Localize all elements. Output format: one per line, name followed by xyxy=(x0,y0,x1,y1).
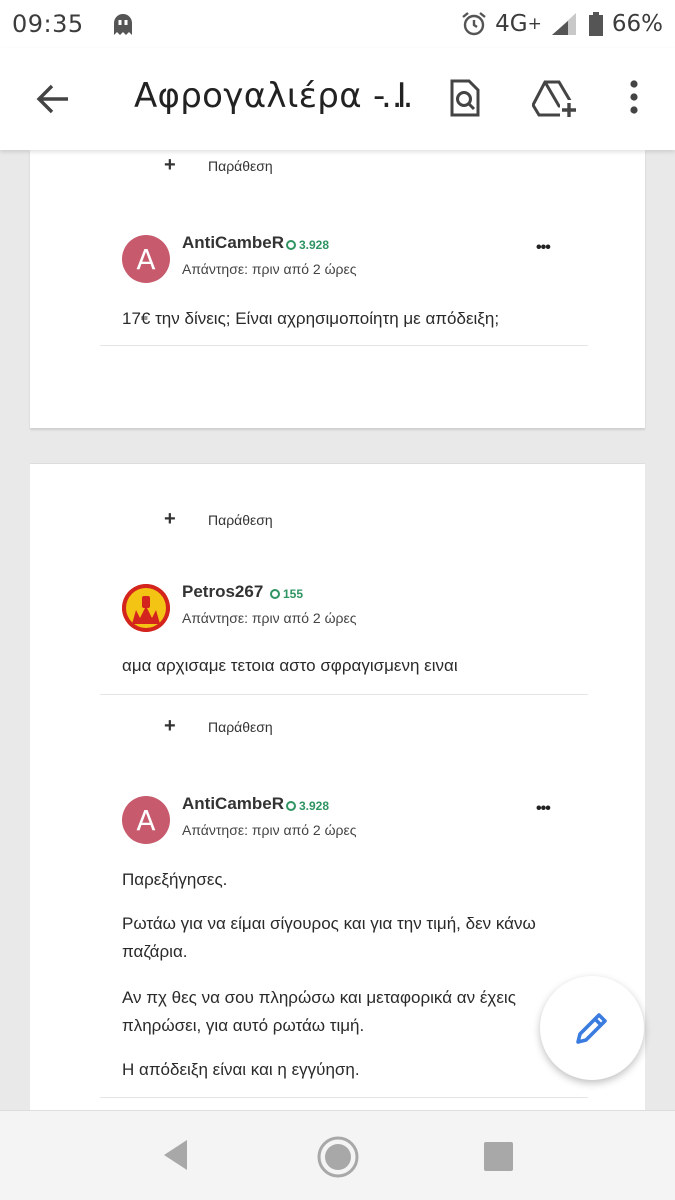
divider xyxy=(100,345,588,346)
post-paragraph: Παρεξήγησες. xyxy=(122,870,228,889)
pencil-icon xyxy=(576,1013,607,1044)
app-bar: Αφρογαλιέρα - Ι ... xyxy=(0,48,675,150)
quote-button[interactable]: + Παράθεση xyxy=(164,715,273,738)
nav-back-icon[interactable] xyxy=(160,1135,190,1175)
username[interactable]: AntiCambeR xyxy=(182,794,284,814)
avatar-image xyxy=(122,584,170,632)
reputation-badge: 155 xyxy=(270,587,303,601)
alarm-icon xyxy=(462,12,486,36)
avatar[interactable]: A xyxy=(122,235,170,283)
username[interactable]: AntiCambeR xyxy=(182,233,284,253)
post-card: + Παράθεση A AntiCambeR 3.928 Απάντησε: … xyxy=(30,150,645,428)
reputation-badge: 3.928 xyxy=(286,238,329,252)
avatar[interactable] xyxy=(122,584,170,632)
nav-home-icon[interactable] xyxy=(316,1135,360,1179)
nav-recents-icon[interactable] xyxy=(483,1141,515,1173)
battery-icon xyxy=(588,12,603,36)
system-nav-bar xyxy=(0,1110,675,1200)
compose-reply-button[interactable] xyxy=(540,976,644,1080)
page-title: Αφρογαλιέρα - Ι xyxy=(134,76,404,116)
avatar[interactable]: A xyxy=(122,796,170,844)
more-options-icon[interactable]: ••• xyxy=(536,239,551,257)
find-in-page-icon[interactable] xyxy=(444,78,484,118)
more-options-icon[interactable]: ••• xyxy=(536,800,551,818)
drive-add-icon[interactable] xyxy=(532,78,578,118)
quote-button[interactable]: + Παράθεση xyxy=(164,508,273,531)
plus-icon: + xyxy=(164,715,176,737)
divider xyxy=(100,1097,588,1098)
battery-percent: 66% xyxy=(611,11,663,37)
network-type: 4G xyxy=(495,11,528,37)
post-body: 17€ την δίνεις; Είναι αχρησιμοποίητη με … xyxy=(122,309,500,328)
signal-icon xyxy=(551,13,576,35)
status-bar: 09:35 4G+ 66% xyxy=(0,0,675,48)
back-arrow-icon[interactable] xyxy=(34,80,72,118)
more-vert-icon[interactable] xyxy=(614,78,654,118)
title-ellipsis: ... xyxy=(381,76,414,116)
reputation-badge: 3.928 xyxy=(286,799,329,813)
post-meta: Απάντησε: πριν από 2 ώρες xyxy=(182,822,357,838)
post-paragraph: Ρωτάω για να είμαι σίγουρος και για την … xyxy=(122,914,536,961)
divider xyxy=(100,694,588,695)
plus-icon: + xyxy=(164,154,176,176)
post-paragraph: Αν πχ θες να σου πληρώσω και μεταφορικά … xyxy=(122,988,516,1035)
plus-icon: + xyxy=(164,508,176,530)
post-body: αμα αρχισαμε τετοια αστο σφραγισμενη ειν… xyxy=(122,656,458,675)
post-meta: Απάντησε: πριν από 2 ώρες xyxy=(182,261,357,277)
post-paragraph: Η απόδειξη είναι και η εγγύηση. xyxy=(122,1060,360,1079)
username[interactable]: Petros267 xyxy=(182,582,263,602)
quote-button[interactable]: + Παράθεση xyxy=(164,154,273,177)
status-time: 09:35 xyxy=(12,10,84,38)
ghost-icon xyxy=(113,14,132,35)
post-meta: Απάντησε: πριν από 2 ώρες xyxy=(182,610,357,626)
